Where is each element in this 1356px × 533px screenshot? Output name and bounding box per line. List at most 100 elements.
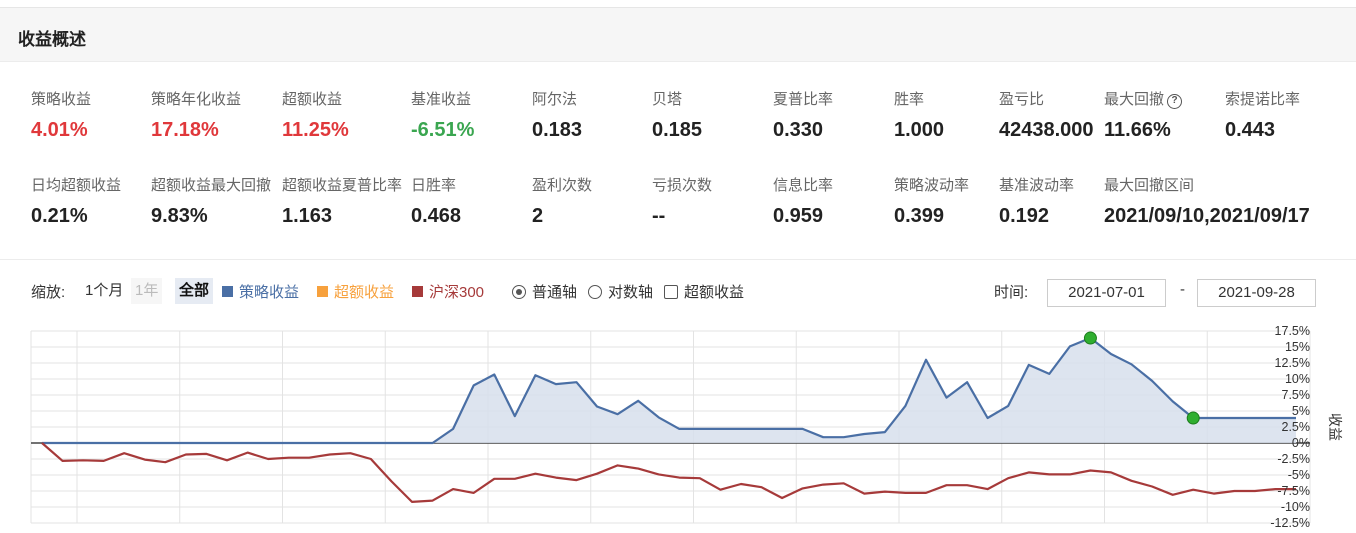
metric-value: 0.959 <box>773 205 824 227</box>
metric-label: 夏普比率 <box>773 91 834 108</box>
metric-information-ratio: 信息比率 0.959 <box>773 174 833 228</box>
metric-value: 0.468 <box>411 205 462 227</box>
chart-controls: 缩放: 1个月 1年 全部 策略收益 超额收益 沪深300 普通轴 对数轴 超额… <box>0 270 1356 314</box>
legend-item-strategy[interactable]: 策略收益 <box>222 281 299 302</box>
radio-normal-axis[interactable]: 普通轴 <box>512 281 577 302</box>
metric-beta: 贝塔 0.185 <box>652 88 702 142</box>
legend-item-excess[interactable]: 超额收益 <box>317 281 394 302</box>
metric-label: 盈利次数 <box>532 177 593 194</box>
y-tick-label: -12.5% <box>1270 516 1310 530</box>
metric-value: 9.83% <box>151 205 208 227</box>
metric-value: 17.18% <box>151 119 219 141</box>
metric-excess-return: 超额收益 11.25% <box>282 88 349 142</box>
metric-win-rate: 胜率 1.000 <box>894 88 944 142</box>
metric-label: 日均超额收益 <box>31 177 122 194</box>
metric-value: 0.21% <box>31 205 88 227</box>
metric-value: -6.51% <box>411 119 475 141</box>
radio-unchecked-icon <box>588 285 602 299</box>
radio-log-axis[interactable]: 对数轴 <box>588 281 653 302</box>
metric-value: 11.66% <box>1104 119 1171 141</box>
metric-alpha: 阿尔法 0.183 <box>532 88 582 142</box>
radio-label: 普通轴 <box>532 284 578 301</box>
metric-label: 索提诺比率 <box>1225 91 1301 108</box>
metric-label: 策略波动率 <box>894 177 970 194</box>
metric-value: 1.163 <box>282 205 333 227</box>
metric-strategy-return: 策略收益 4.01% <box>31 88 91 142</box>
metric-max-drawdown: 最大回撤? 11.66% <box>1104 88 1183 142</box>
metric-label: 信息比率 <box>773 177 834 194</box>
metric-daily-win-rate: 日胜率 0.468 <box>411 174 461 228</box>
section-title: 收益概述 <box>18 30 86 49</box>
metric-max-drawdown-period: 最大回撤区间 2021/09/10,2021/09/17 <box>1104 174 1310 228</box>
radio-label: 对数轴 <box>608 284 654 301</box>
y-tick-label: 7.5% <box>1282 388 1311 402</box>
metric-value: 0.443 <box>1225 119 1276 141</box>
series-line <box>41 442 1296 503</box>
y-tick-label: 2.5% <box>1282 420 1311 434</box>
metric-value: 0.185 <box>652 119 703 141</box>
y-tick-label: 5% <box>1292 404 1310 418</box>
y-tick-label: 15% <box>1285 340 1310 354</box>
metric-value: 2 <box>532 205 544 227</box>
start-date-input[interactable]: 2021-07-01 <box>1047 279 1166 307</box>
metric-benchmark-return: 基准收益 -6.51% <box>411 88 474 142</box>
checkbox-icon <box>664 285 678 299</box>
zoom-label: 缩放: <box>31 284 66 301</box>
metric-value: 4.01% <box>31 119 88 141</box>
legend-item-hs300[interactable]: 沪深300 <box>412 281 484 302</box>
metric-value: -- <box>652 205 666 227</box>
section-header: 收益概述 <box>0 8 1356 62</box>
metric-value: 11.25% <box>282 119 349 141</box>
metric-value: 0.192 <box>999 205 1050 227</box>
returns-chart: 17.5% 15% 12.5% 10% 7.5% 5% 2.5% 0% -2.5% -5% -7.5… <box>0 318 1356 533</box>
metric-label: 策略收益 <box>31 91 92 108</box>
legend-square-icon <box>412 286 423 297</box>
metrics-panel: 策略收益 4.01% 策略年化收益 17.18% 超额收益 11.25% 基准收… <box>0 62 1356 260</box>
chart-y-axis: 17.5% 15% 12.5% 10% 7.5% 5% 2.5% 0% -2.5% -5% -7.5… <box>1270 324 1343 530</box>
y-tick-label: 10% <box>1285 372 1310 386</box>
y-tick-label: -10% <box>1281 500 1310 514</box>
radio-checked-icon <box>512 285 526 299</box>
metric-label: 超额收益最大回撤 <box>151 177 272 194</box>
metric-label: 最大回撤区间 <box>1104 177 1195 194</box>
y-tick-label: -2.5% <box>1277 452 1310 466</box>
question-circle-icon[interactable]: ? <box>1167 94 1183 109</box>
zoom-all-button[interactable]: 全部 <box>175 278 214 304</box>
metric-excess-sharpe: 超额收益夏普比率 1.163 <box>282 174 402 228</box>
metric-label: 策略年化收益 <box>151 91 242 108</box>
metric-label: 基准收益 <box>411 91 472 108</box>
legend-label: 沪深300 <box>429 284 485 301</box>
legend-square-icon <box>317 286 328 297</box>
metric-label-text: 最大回撤 <box>1104 91 1165 108</box>
metric-value: 0.399 <box>894 205 945 227</box>
zoom-1-year-button[interactable]: 1年 <box>131 278 163 304</box>
checkbox-excess-return[interactable]: 超额收益 <box>664 281 744 302</box>
legend-square-icon <box>222 286 233 297</box>
time-label: 时间: <box>994 284 1029 301</box>
y-tick-label: -5% <box>1288 468 1310 482</box>
metric-loss-count: 亏损次数 -- <box>652 174 712 228</box>
metric-sortino: 索提诺比率 0.443 <box>1225 88 1300 142</box>
metric-annual-return: 策略年化收益 17.18% <box>151 88 241 142</box>
metric-profit-loss-ratio: 盈亏比 42438.000 <box>999 88 1094 142</box>
metric-excess-max-drawdown: 超额收益最大回撤 9.83% <box>151 174 271 228</box>
metric-label: 超额收益 <box>282 91 343 108</box>
date-separator: - <box>1180 281 1185 298</box>
returns-chart-svg: 17.5% 15% 12.5% 10% 7.5% 5% 2.5% 0% -2.5% -5% -7.5… <box>30 324 1343 530</box>
y-axis-title: 收益 <box>1327 413 1343 441</box>
metric-value: 0.183 <box>532 119 583 141</box>
metric-value: 2021/09/10,2021/09/17 <box>1104 205 1310 227</box>
metric-benchmark-volatility: 基准波动率 0.192 <box>999 174 1074 228</box>
metric-value: 0.330 <box>773 119 824 141</box>
end-date-input[interactable]: 2021-09-28 <box>1197 279 1316 307</box>
metric-profit-count: 盈利次数 2 <box>532 174 592 228</box>
data-point-marker <box>1083 331 1097 345</box>
legend-label: 超额收益 <box>334 284 395 301</box>
zoom-1-month-button[interactable]: 1个月 <box>81 278 127 304</box>
metric-label: 阿尔法 <box>532 91 578 108</box>
y-tick-label: 0% <box>1292 436 1310 450</box>
y-tick-label: 12.5% <box>1275 356 1310 370</box>
y-tick-label: 17.5% <box>1275 324 1310 338</box>
legend-label: 策略收益 <box>239 284 300 301</box>
metric-label: 胜率 <box>894 91 925 108</box>
